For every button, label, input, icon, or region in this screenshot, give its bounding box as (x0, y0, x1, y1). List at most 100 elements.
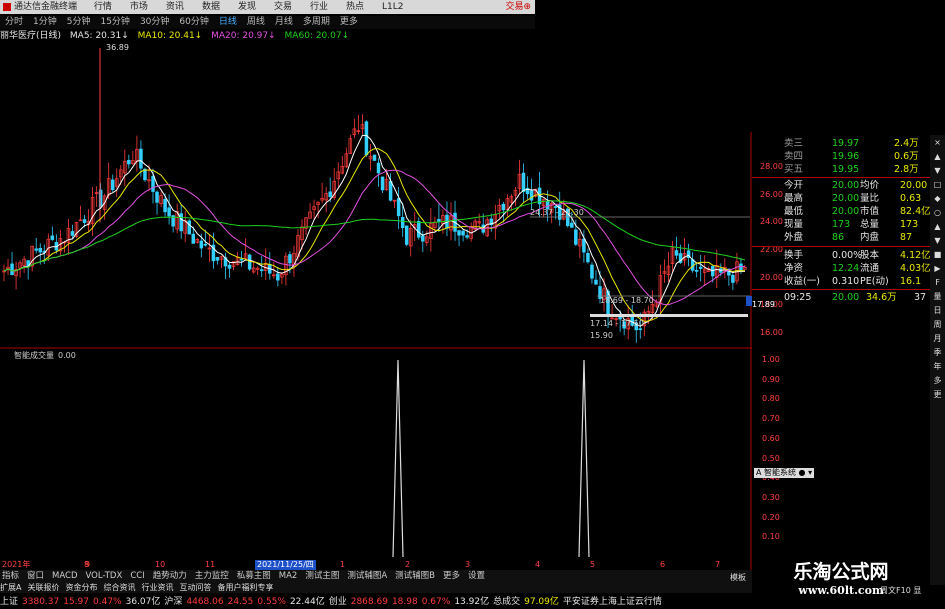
extension-tab[interactable]: 互动问答 (179, 583, 211, 592)
trade-button[interactable]: 交易⊕ (505, 0, 531, 14)
menu-item[interactable]: 行情 (94, 2, 112, 12)
side-tool-button[interactable]: 多 (931, 374, 944, 387)
period-tab[interactable]: 更多 (338, 17, 360, 27)
candle-body (400, 217, 405, 228)
ma5-label: MA5: 20.31↓ (69, 31, 129, 41)
main-menu: 行情 市场 资讯 数据 发现 交易 行业 热点 L1L2 (94, 2, 422, 12)
stat-row: 最高 20.00 量比 0.63 (752, 192, 930, 205)
indicator-tab[interactable]: 指标 (0, 571, 21, 581)
extension-tab[interactable]: 行业资讯 (141, 583, 173, 592)
volume-value: 0.00 (58, 351, 76, 360)
menu-item[interactable]: 行业 (310, 2, 328, 12)
side-tool-button[interactable]: 量 (931, 290, 944, 303)
stat-row: 净资 12.24 流通 4.03亿 (752, 262, 931, 275)
side-tool-button[interactable]: 周 (931, 318, 944, 331)
side-tool-button[interactable]: ▼ (931, 234, 944, 247)
indicator-tab[interactable]: MACD (50, 571, 79, 581)
side-tool-button[interactable]: F (931, 276, 944, 289)
side-tool-button[interactable]: 年 (931, 360, 944, 373)
side-tool-button[interactable]: ▲ (931, 220, 944, 233)
period-tab[interactable]: 日线 (217, 17, 239, 27)
orderbook-label: 卖四 (784, 151, 804, 162)
status-item: 上证 (0, 597, 19, 607)
indicator-popup[interactable]: A 智能系统 ● ▾ (754, 468, 815, 478)
stat-label: PE(动) (860, 276, 889, 287)
indicator-tab[interactable]: 窗口 (25, 571, 46, 581)
chart-area[interactable]: 36.89 24.37 - 24.30 18.69 - 18.70 17.14 - 1… (0, 42, 752, 570)
volume-title: 智能成交量 (14, 350, 54, 360)
side-tool-button[interactable]: 月 (931, 332, 944, 345)
indicator-tab[interactable]: VOL-TDX (84, 571, 125, 581)
indicator-tab[interactable]: 测试辅图B (393, 571, 437, 581)
indicator-tab[interactable]: 主力监控 (193, 571, 231, 581)
indicator-tab[interactable]: 设置 (466, 571, 487, 581)
side-tool-button[interactable]: × (931, 136, 944, 149)
side-tool-button[interactable]: ■ (931, 248, 944, 261)
period-tab[interactable]: 30分钟 (138, 17, 171, 27)
extension-tab[interactable]: 综合资讯 (103, 583, 135, 592)
tick-row: 09:25 20.00 34.6万 37 (752, 291, 930, 304)
candle-body (417, 221, 421, 238)
period-tab[interactable]: 5分钟 (65, 17, 93, 27)
side-tool-button[interactable]: 更 (931, 388, 944, 401)
f10-button[interactable]: 周文F10 显 (880, 585, 921, 596)
stat-value: 0.00% (832, 250, 863, 261)
stat-row: 外盘 86 内盘 87 (752, 231, 930, 244)
side-tool-button[interactable]: ▶ (931, 262, 944, 275)
side-tool-button[interactable]: ▲ (931, 150, 944, 163)
volume-tick: 0.30 (762, 492, 780, 502)
indicator-tab[interactable]: 测试主图 (303, 571, 341, 581)
menu-item[interactable]: 资讯 (166, 2, 184, 12)
indicator-tab[interactable]: 私募主图 (235, 571, 273, 581)
indicator-tab[interactable]: 测试辅图A (345, 571, 389, 581)
period-tab[interactable]: 15分钟 (98, 17, 131, 27)
date-tick: 4 (535, 560, 541, 569)
candle-body (570, 222, 574, 228)
menu-item[interactable]: 发现 (238, 2, 256, 12)
extension-tab[interactable]: 关联报价 (27, 583, 59, 592)
period-tab[interactable]: 60分钟 (177, 17, 210, 27)
template-button[interactable]: 模板 (730, 572, 746, 583)
indicator-tab[interactable]: 更多 (441, 571, 462, 581)
menu-item[interactable]: 热点 (346, 2, 364, 12)
menu-item[interactable]: 市场 (130, 2, 148, 12)
extension-tab[interactable]: 资金分布 (65, 583, 97, 592)
side-tool-button[interactable]: ◆ (931, 192, 944, 205)
side-tool-button[interactable]: ○ (931, 206, 944, 219)
side-tool-button[interactable]: □ (931, 178, 944, 191)
stat-value: 82.4亿 (900, 206, 931, 217)
side-tool-button[interactable]: ▼ (931, 164, 944, 177)
indicator-tab[interactable]: CCI (128, 571, 146, 581)
period-tab[interactable]: 月线 (273, 17, 295, 27)
period-tab[interactable]: 1分钟 (31, 17, 59, 27)
status-bar: 上证 3380.37 15.97 0.47% 36.07亿 沪深 4468.06 24.55 0… (0, 596, 945, 609)
menu-item[interactable]: L1L2 (382, 2, 403, 12)
menu-item[interactable]: 数据 (202, 2, 220, 12)
stat-value: 87 (900, 232, 913, 243)
stock-name[interactable]: 丽华医疗(日线) (0, 31, 61, 41)
menu-item[interactable]: 交易 (274, 2, 292, 12)
period-tab[interactable]: 多周期 (301, 17, 332, 27)
stat-label: 净资 (784, 263, 804, 274)
status-item: 0.47% (93, 597, 122, 607)
stat-label: 最高 (784, 193, 804, 204)
period-tab[interactable]: 周线 (245, 17, 267, 27)
period-tab[interactable]: 分时 (3, 17, 25, 27)
title-bar: 通达信金融终端 行情 市场 资讯 数据 发现 交易 行业 热点 L1L2 交易⊕ (0, 0, 535, 14)
stat-label: 均价 (860, 180, 880, 191)
range-label: 18.69 - 18.70 (600, 296, 654, 305)
side-tool-button[interactable]: 季 (931, 346, 944, 359)
extension-tab[interactable]: 扩展A (0, 583, 21, 592)
candle-body (731, 274, 735, 283)
indicator-tab[interactable]: 趋势动力 (151, 571, 189, 581)
candle-body (376, 162, 381, 174)
side-tool-button[interactable]: 日 (931, 304, 944, 317)
stat-label: 最低 (784, 206, 804, 217)
ma20-line (3, 169, 746, 306)
stat-label: 今开 (784, 180, 804, 191)
stat-value: 86 (832, 232, 845, 243)
extension-tab[interactable]: 备用户福利专享 (217, 583, 273, 592)
indicator-tab[interactable]: MA2 (277, 571, 300, 581)
orderbook-price: 19.96 (832, 151, 860, 162)
ma60-line (3, 200, 746, 272)
